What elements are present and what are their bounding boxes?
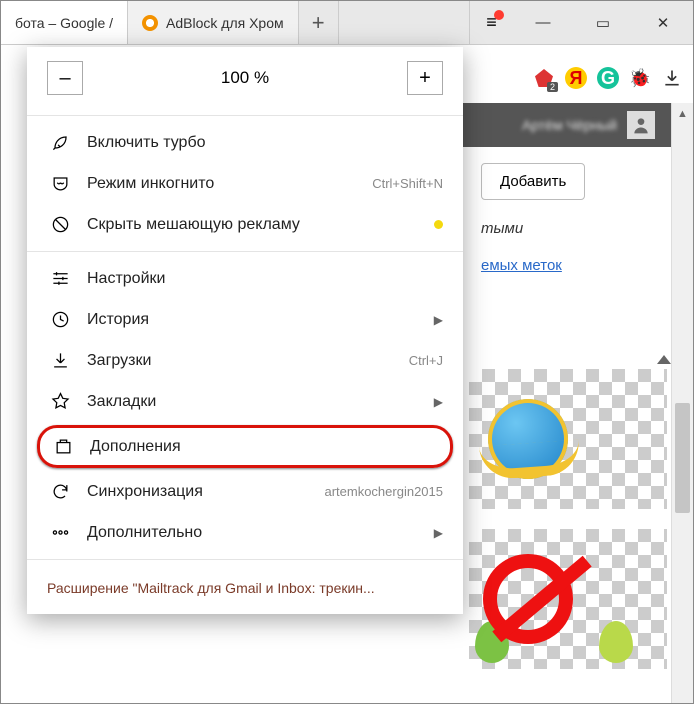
zoom-value: 100 % <box>91 68 399 88</box>
menu-history[interactable]: История ▶ <box>27 299 463 340</box>
sync-icon <box>47 482 73 501</box>
main-menu-dropdown: – 100 % + Включить турбо Режим инкогнито… <box>27 47 463 614</box>
new-tab-button[interactable]: + <box>299 1 339 44</box>
chevron-right-icon: ▶ <box>434 526 443 540</box>
incognito-shortcut: Ctrl+Shift+N <box>372 176 443 191</box>
yandex-icon[interactable]: Я <box>565 67 587 89</box>
menu-more[interactable]: Дополнительно ▶ <box>27 512 463 553</box>
status-dot-icon <box>434 220 443 229</box>
zoom-in-button[interactable]: + <box>407 61 443 95</box>
grammarly-icon[interactable]: G <box>597 67 619 89</box>
promo-text[interactable]: Расширение "Mailtrack для Gmail и Inbox:… <box>27 566 463 602</box>
scroll-thumb[interactable] <box>675 403 690 513</box>
caret-up-icon <box>657 355 671 364</box>
menu-hide-ads[interactable]: Скрыть мешающую рекламу <box>27 204 463 245</box>
close-button[interactable]: ✕ <box>633 1 693 44</box>
tab-2[interactable]: AdBlock для Хром <box>128 1 299 44</box>
thumbnail-noads[interactable] <box>469 529 667 669</box>
mask-icon <box>47 174 73 193</box>
menu-sync[interactable]: Синхронизация artemkochergin2015 <box>27 471 463 512</box>
menu-turbo[interactable]: Включить турбо <box>27 122 463 163</box>
notification-dot-icon <box>494 10 504 20</box>
clock-icon <box>47 310 73 329</box>
tab-1-label: бота – Google / <box>15 15 113 31</box>
user-name: Артём Чёрный <box>522 117 617 133</box>
maximize-button[interactable]: ▭ <box>573 1 633 44</box>
download-icon <box>47 351 73 370</box>
menu-incognito[interactable]: Режим инкогнито Ctrl+Shift+N <box>27 163 463 204</box>
minimize-button[interactable]: — <box>513 1 573 44</box>
tab-strip: бота – Google / AdBlock для Хром + ≡ — ▭… <box>1 1 693 45</box>
more-icon <box>47 523 73 542</box>
adblock-favicon <box>142 15 158 31</box>
tab-2-label: AdBlock для Хром <box>166 15 284 31</box>
bug-icon[interactable]: 🐞 <box>629 67 651 89</box>
downloads-shortcut: Ctrl+J <box>409 353 443 368</box>
ie-logo-icon <box>488 399 568 479</box>
menu-downloads[interactable]: Загрузки Ctrl+J <box>27 340 463 381</box>
rocket-icon <box>47 133 73 152</box>
thumbnail-area <box>469 369 667 693</box>
no-sign-icon <box>483 554 573 644</box>
avatar[interactable] <box>627 111 655 139</box>
addons-icon <box>50 437 76 456</box>
main-menu-button[interactable]: ≡ <box>469 1 513 44</box>
chevron-right-icon: ▶ <box>434 313 443 327</box>
menu-addons[interactable]: Дополнения <box>37 425 453 468</box>
add-button[interactable]: Добавить <box>481 163 585 200</box>
page-text-1: тыми <box>481 220 523 237</box>
sync-account: artemkochergin2015 <box>324 484 443 499</box>
user-strip: Артём Чёрный <box>461 103 671 147</box>
page-link-1[interactable]: емых меток <box>481 257 562 274</box>
vertical-scrollbar[interactable]: ▲ <box>671 103 693 703</box>
tab-1[interactable]: бота – Google / <box>1 1 128 44</box>
extension-badge-icon[interactable]: 2 <box>533 67 555 89</box>
sliders-icon <box>47 269 73 288</box>
extension-toolbar: 2 Я G 🐞 <box>533 53 683 103</box>
thumbnail-ie[interactable] <box>469 369 667 509</box>
zoom-out-button[interactable]: – <box>47 61 83 95</box>
menu-settings[interactable]: Настройки <box>27 258 463 299</box>
scroll-up-icon[interactable]: ▲ <box>672 103 693 125</box>
bug-right-icon <box>599 621 633 663</box>
zoom-controls: – 100 % + <box>27 47 463 109</box>
menu-bookmarks[interactable]: Закладки ▶ <box>27 381 463 422</box>
block-icon <box>47 215 73 234</box>
downloads-icon[interactable] <box>661 67 683 89</box>
chevron-right-icon: ▶ <box>434 395 443 409</box>
star-icon <box>47 392 73 411</box>
